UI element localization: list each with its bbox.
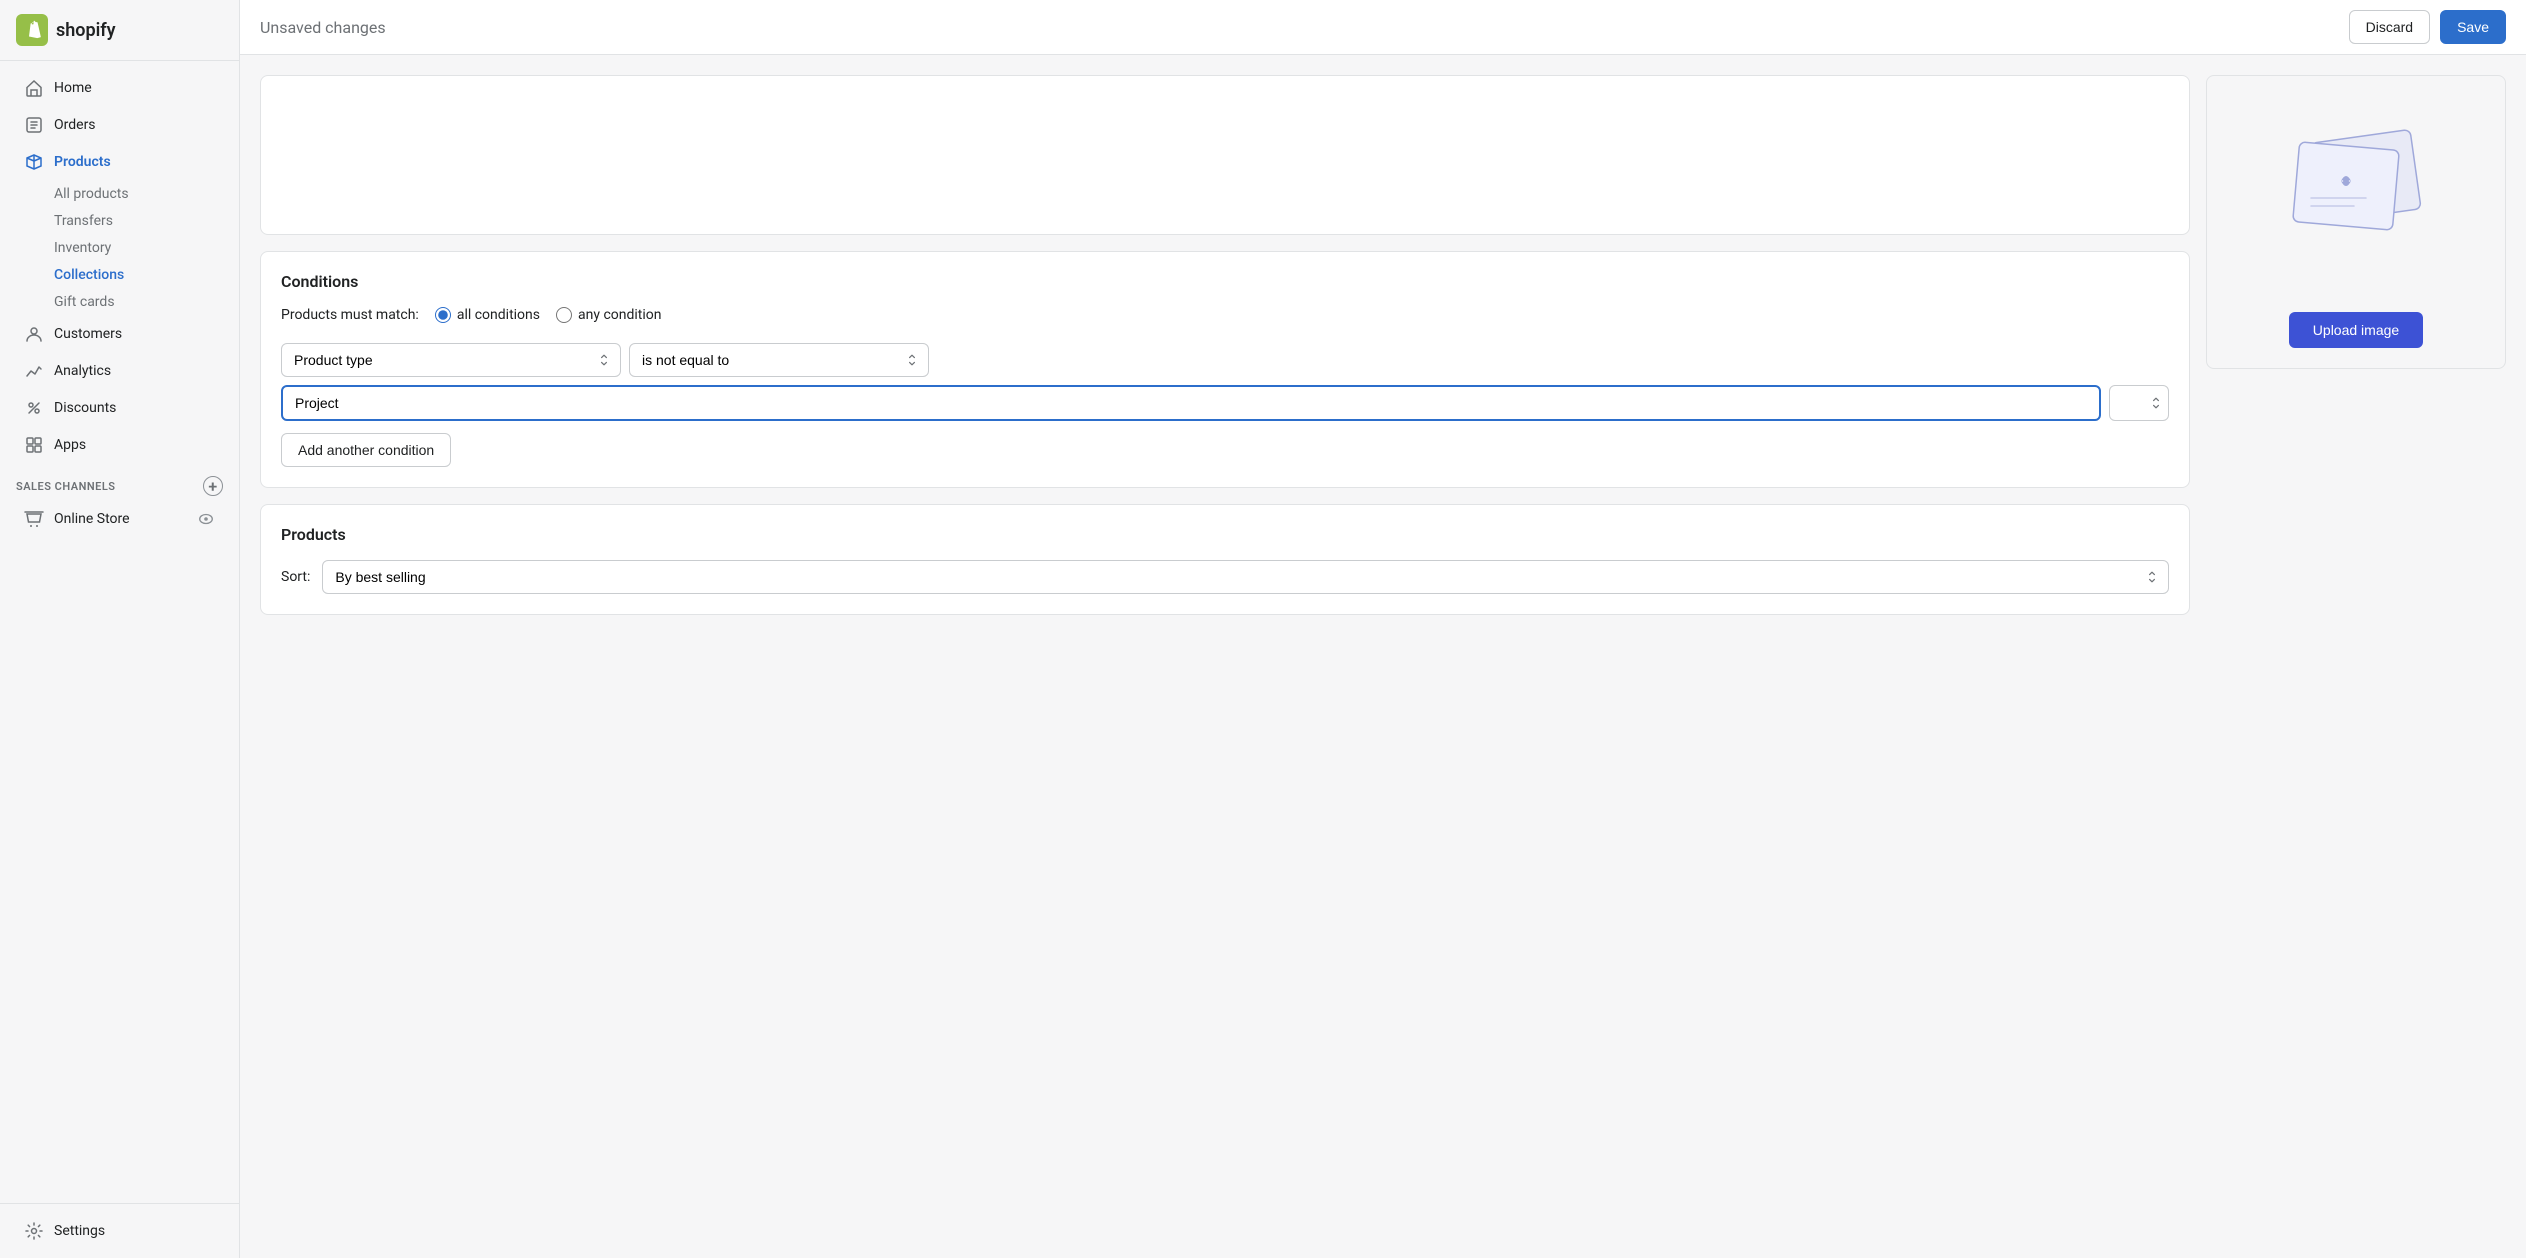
sidebar-item-settings[interactable]: Settings	[8, 1213, 231, 1249]
sort-select[interactable]: By best selling By title: A-Z By title: …	[322, 560, 2169, 594]
sidebar-item-orders-label: Orders	[54, 117, 96, 133]
topbar-actions: Discard Save	[2349, 10, 2506, 44]
online-store-icon	[24, 509, 44, 529]
description-card	[260, 75, 2190, 235]
all-conditions-option[interactable]: all conditions	[435, 307, 540, 323]
condition-value-input[interactable]	[281, 385, 2101, 421]
sidebar-item-discounts[interactable]: Discounts	[8, 390, 231, 426]
sales-channels-section-label: SALES CHANNELS +	[0, 464, 239, 500]
sidebar-item-online-store[interactable]: Online Store	[8, 501, 231, 537]
all-conditions-radio[interactable]	[435, 307, 451, 323]
shopify-logo-text: shopify	[56, 20, 116, 41]
condition-type-select[interactable]: Product type Product vendor Product tag …	[281, 343, 621, 377]
save-button[interactable]: Save	[2440, 10, 2506, 44]
sidebar-item-apps-label: Apps	[54, 437, 86, 453]
online-store-label: Online Store	[54, 511, 187, 527]
upload-image-button[interactable]: Upload image	[2289, 312, 2423, 348]
all-conditions-label: all conditions	[457, 307, 540, 323]
conditions-card: Conditions Products must match: all cond…	[260, 251, 2190, 488]
image-upload-card: Upload image	[2206, 75, 2506, 369]
main-content: Unsaved changes Discard Save Conditions …	[240, 0, 2526, 1258]
sidebar-item-inventory[interactable]: Inventory	[46, 235, 231, 261]
home-icon	[24, 78, 44, 98]
sidebar-navigation: Home Orders Products All products Transf…	[0, 61, 239, 1203]
settings-icon	[24, 1221, 44, 1241]
sidebar-item-customers-label: Customers	[54, 326, 122, 342]
sidebar-item-discounts-label: Discounts	[54, 400, 116, 416]
sidebar-item-collections[interactable]: Collections	[46, 262, 231, 288]
apps-icon	[24, 435, 44, 455]
sidebar-item-orders[interactable]: Orders	[8, 107, 231, 143]
sidebar-item-home-label: Home	[54, 80, 92, 96]
eye-icon	[197, 510, 215, 528]
sidebar-item-settings-label: Settings	[54, 1223, 105, 1239]
customers-icon	[24, 324, 44, 344]
products-section-title: Products	[281, 525, 2169, 544]
products-icon	[24, 152, 44, 172]
topbar: Unsaved changes Discard Save	[240, 0, 2526, 55]
orders-icon	[24, 115, 44, 135]
content-area: Conditions Products must match: all cond…	[240, 55, 2526, 1258]
add-condition-button[interactable]: Add another condition	[281, 433, 451, 467]
sidebar-item-customers[interactable]: Customers	[8, 316, 231, 352]
main-column: Conditions Products must match: all cond…	[260, 75, 2190, 1238]
sidebar-settings: Settings	[0, 1203, 239, 1258]
sidebar-item-gift-cards[interactable]: Gift cards	[46, 289, 231, 315]
sidebar-item-products[interactable]: Products	[8, 144, 231, 180]
sidebar-item-home[interactable]: Home	[8, 70, 231, 106]
analytics-icon	[24, 361, 44, 381]
condition-row: Product type Product vendor Product tag …	[281, 343, 2169, 377]
sort-row: Sort: By best selling By title: A-Z By t…	[281, 560, 2169, 594]
condition-operator-select[interactable]: is equal to is not equal to starts with …	[629, 343, 929, 377]
image-placeholder	[2256, 96, 2456, 296]
discard-button[interactable]: Discard	[2349, 10, 2430, 44]
condition-value-row	[281, 385, 2169, 421]
side-panel: Upload image	[2206, 75, 2506, 1238]
match-row: Products must match: all conditions any …	[281, 307, 2169, 323]
condition-value-spinner[interactable]	[2109, 385, 2169, 421]
placeholder-illustration	[2266, 116, 2446, 276]
match-radio-group: all conditions any condition	[435, 307, 662, 323]
conditions-title: Conditions	[281, 272, 2169, 291]
sidebar-item-analytics[interactable]: Analytics	[8, 353, 231, 389]
match-label: Products must match:	[281, 307, 419, 323]
sidebar-item-transfers[interactable]: Transfers	[46, 208, 231, 234]
sidebar-item-products-label: Products	[54, 154, 111, 170]
any-condition-label: any condition	[578, 307, 662, 323]
logo-area: shopify	[0, 0, 239, 61]
sidebar: shopify Home Orders Pr	[0, 0, 240, 1258]
sidebar-item-analytics-label: Analytics	[54, 363, 111, 379]
shopify-logo-icon	[16, 14, 48, 46]
add-sales-channel-button[interactable]: +	[203, 476, 223, 496]
sidebar-item-apps[interactable]: Apps	[8, 427, 231, 463]
discounts-icon	[24, 398, 44, 418]
products-subnav: All products Transfers Inventory Collect…	[0, 181, 239, 315]
sort-label: Sort:	[281, 569, 310, 585]
any-condition-option[interactable]: any condition	[556, 307, 662, 323]
any-condition-radio[interactable]	[556, 307, 572, 323]
page-status-title: Unsaved changes	[260, 18, 386, 37]
products-card: Products Sort: By best selling By title:…	[260, 504, 2190, 615]
sidebar-item-all-products[interactable]: All products	[46, 181, 231, 207]
